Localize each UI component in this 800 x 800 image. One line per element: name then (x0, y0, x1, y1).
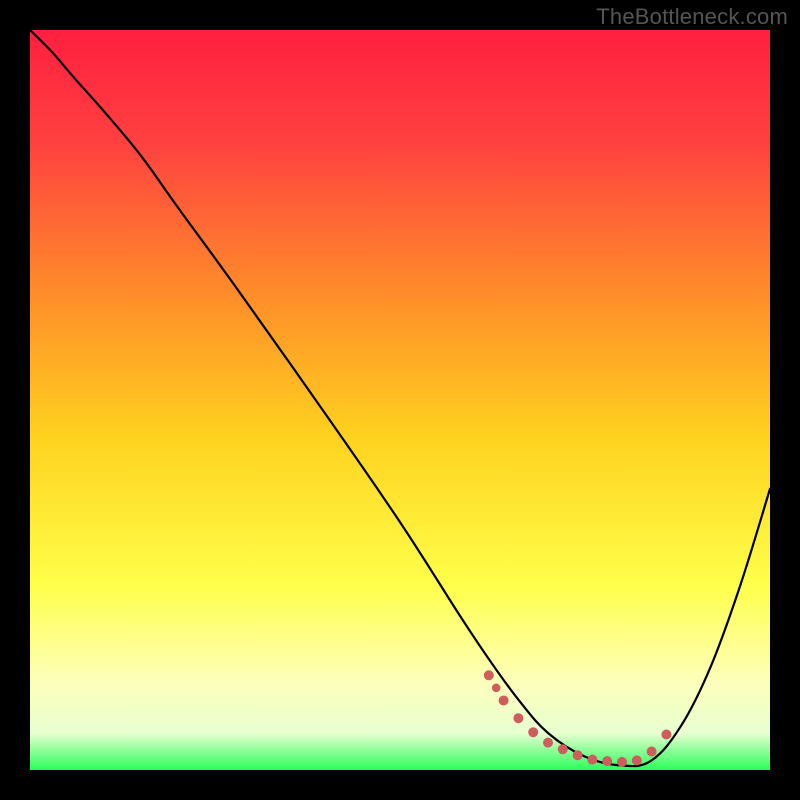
chart-frame: TheBottleneck.com (0, 0, 800, 800)
gradient-background (30, 30, 770, 770)
chart-plot-area (30, 30, 770, 770)
watermark-label: TheBottleneck.com (596, 4, 788, 30)
chart-svg (30, 30, 770, 770)
